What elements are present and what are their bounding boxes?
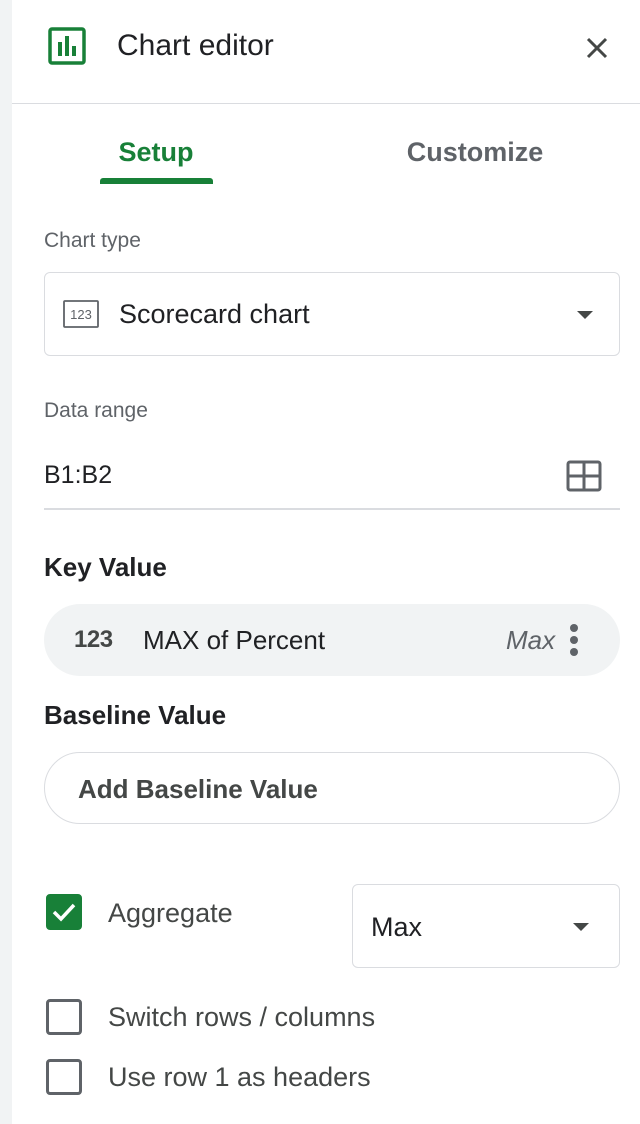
- data-range-label: Data range: [44, 399, 148, 422]
- grid-select-icon[interactable]: [566, 460, 602, 492]
- chart-type-value: Scorecard chart: [119, 299, 310, 329]
- tab-customize[interactable]: Customize: [394, 130, 556, 174]
- more-vert-icon[interactable]: [564, 622, 584, 658]
- key-value-aggregation: Max: [506, 625, 556, 655]
- scorecard-chart-icon: 123: [63, 300, 99, 328]
- add-baseline-value-label: Add Baseline Value: [78, 774, 318, 804]
- checkmark-icon: [52, 903, 76, 922]
- key-value-chip[interactable]: 123 MAX of Percent Max: [44, 604, 620, 676]
- active-tab-indicator: [100, 178, 213, 184]
- chart-type-select[interactable]: 123 Scorecard chart: [44, 272, 620, 356]
- switch-rows-columns-label: Switch rows / columns: [108, 1002, 376, 1032]
- sheet-edge: [0, 0, 12, 1124]
- chart-type-label: Chart type: [44, 229, 141, 252]
- panel-title: Chart editor: [117, 29, 274, 62]
- chart-editor-header: Chart editor: [12, 0, 640, 104]
- chevron-down-icon: [573, 923, 589, 931]
- number-type-icon: 123: [74, 626, 113, 653]
- data-range-input[interactable]: B1:B2: [44, 458, 112, 492]
- close-icon[interactable]: [580, 31, 614, 65]
- use-row1-headers-checkbox[interactable]: [46, 1059, 82, 1095]
- switch-rows-columns-checkbox[interactable]: [46, 999, 82, 1035]
- baseline-value-title: Baseline Value: [44, 700, 227, 730]
- add-baseline-value-button[interactable]: Add Baseline Value: [44, 752, 620, 824]
- aggregate-select-value: Max: [371, 912, 423, 942]
- chevron-down-icon: [577, 311, 593, 319]
- tab-setup[interactable]: Setup: [100, 130, 212, 174]
- aggregate-checkbox[interactable]: [46, 894, 82, 930]
- chart-editor-icon: [48, 27, 86, 65]
- key-value-title: Key Value: [44, 552, 167, 582]
- aggregate-label: Aggregate: [108, 898, 233, 928]
- key-value-field: MAX of Percent: [143, 625, 326, 655]
- scorecard-icon-text: 123: [70, 307, 92, 322]
- aggregate-select[interactable]: Max: [352, 884, 620, 968]
- data-range-underline: [44, 508, 620, 510]
- use-row1-headers-label: Use row 1 as headers: [108, 1062, 371, 1092]
